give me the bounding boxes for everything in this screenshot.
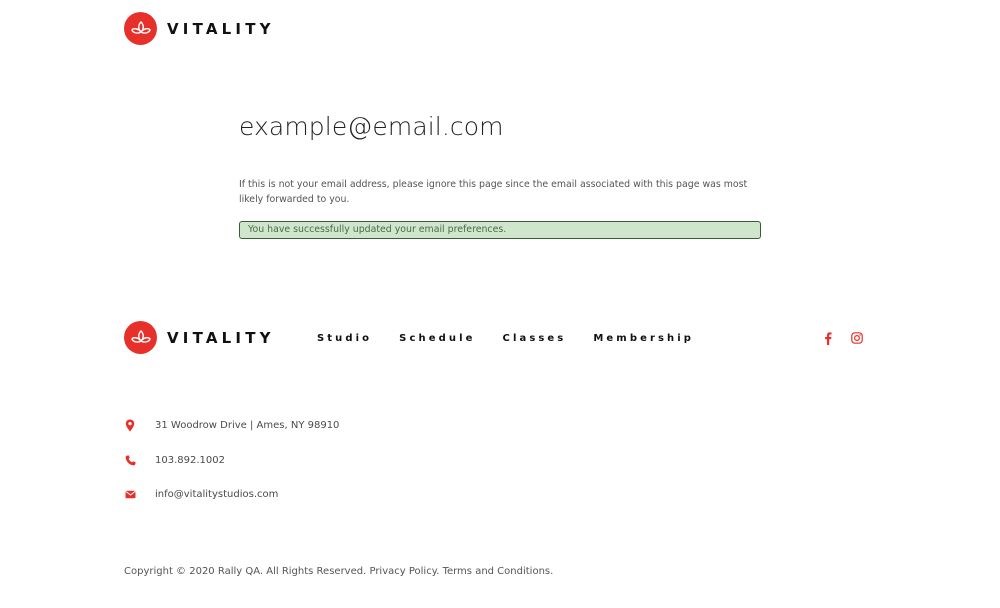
nav-link-studio[interactable]: Studio [317,333,372,344]
email-link[interactable]: info@vitalitystudios.com [155,489,278,500]
lotus-icon [124,321,157,354]
contact-phone: 103.892.1002 [124,455,225,466]
lotus-icon [124,12,157,45]
phone-link[interactable]: 103.892.1002 [155,455,225,466]
envelope-icon [124,490,136,499]
success-alert: You have successfully updated your email… [239,221,761,239]
footer-logo[interactable]: VITALITY [124,321,275,354]
notice-text: If this is not your email address, pleas… [239,179,748,205]
contact-address: 31 Woodrow Drive | Ames, NY 98910 [124,419,339,432]
phone-icon [124,455,136,466]
instagram-icon[interactable] [849,330,865,346]
nav-link-classes[interactable]: Classes [503,333,567,344]
brand-name: VITALITY [167,19,275,38]
page-title: example@email.com [239,112,504,141]
copyright-text: Copyright © 2020 Rally QA. All Rights Re… [124,566,367,577]
header-logo[interactable]: VITALITY [124,12,275,45]
map-pin-icon [124,419,136,432]
facebook-icon[interactable] [820,330,836,346]
brand-name: VITALITY [167,328,275,347]
footer-nav: Studio Schedule Classes Membership [317,333,721,344]
privacy-policy-link[interactable]: Privacy Policy. [369,566,439,577]
nav-link-membership[interactable]: Membership [593,333,694,344]
nav-link-schedule[interactable]: Schedule [399,333,475,344]
copyright: Copyright © 2020 Rally QA. All Rights Re… [124,566,553,577]
address-text: 31 Woodrow Drive | Ames, NY 98910 [155,420,340,431]
contact-email: info@vitalitystudios.com [124,489,278,500]
main-content: example@email.com If this is not your em… [239,112,761,239]
terms-link[interactable]: Terms and Conditions. [443,566,554,577]
